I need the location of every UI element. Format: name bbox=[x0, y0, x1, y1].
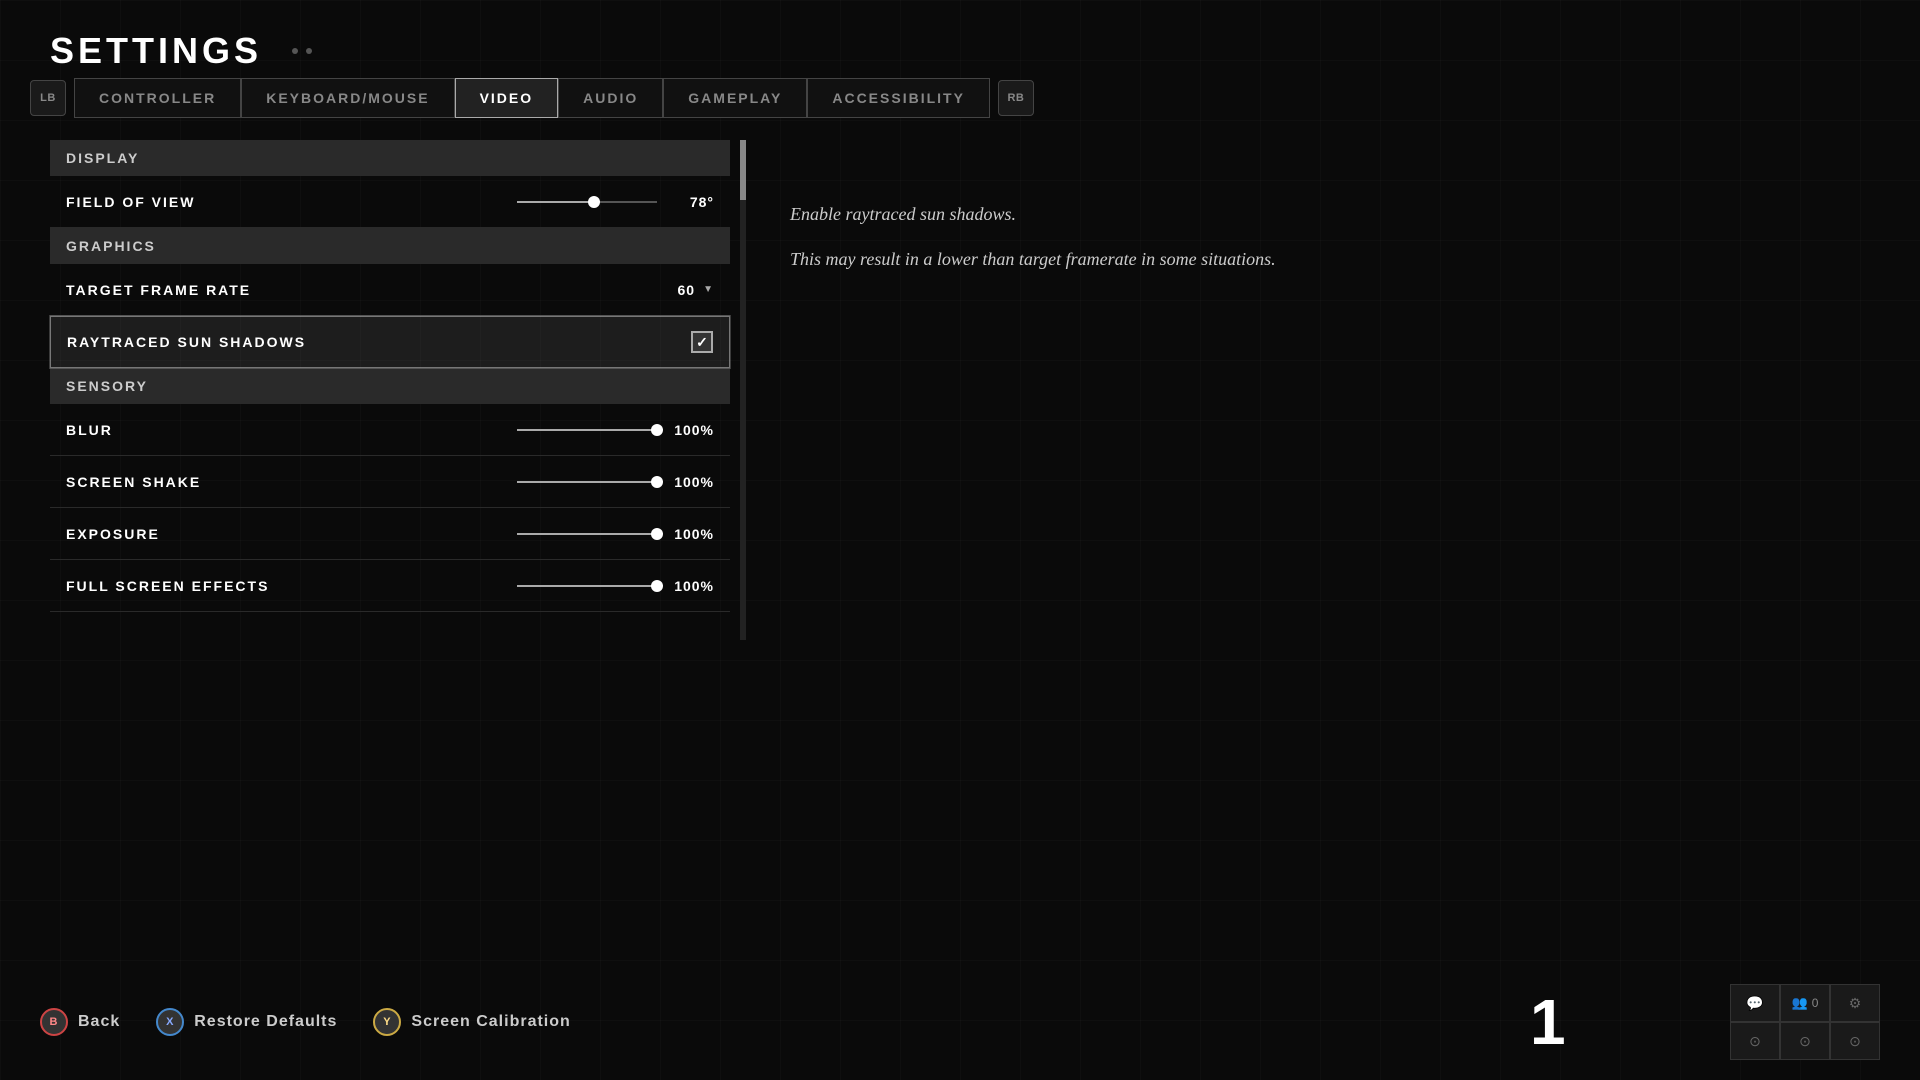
screen-calibration-action[interactable]: Y Screen Calibration bbox=[373, 1008, 570, 1036]
section-graphics: GRAPHICS bbox=[50, 228, 730, 264]
info-text: Enable raytraced sun shadows. This may r… bbox=[790, 200, 1850, 274]
slider-track bbox=[517, 429, 657, 431]
hud-icon-2[interactable]: ⊙ bbox=[1780, 1022, 1830, 1060]
setting-full-screen-effects[interactable]: FULL SCREEN EFFECTS 100% bbox=[50, 560, 730, 612]
slider-track bbox=[517, 585, 657, 587]
slider-fill bbox=[517, 585, 657, 587]
lb-button[interactable]: LB bbox=[30, 80, 66, 116]
slider-track bbox=[517, 201, 657, 203]
back-action[interactable]: B Back bbox=[40, 1008, 120, 1036]
dropdown-arrow-icon: ▼ bbox=[703, 284, 714, 295]
setting-exposure[interactable]: EXPOSURE 100% bbox=[50, 508, 730, 560]
bottom-bar: B Back X Restore Defaults Y Screen Calib… bbox=[0, 984, 1920, 1060]
slider-track bbox=[517, 481, 657, 483]
setting-blur[interactable]: BLUR 100% bbox=[50, 404, 730, 456]
slider-fill bbox=[517, 201, 594, 203]
players-icon[interactable]: 👥 0 bbox=[1780, 984, 1830, 1022]
exposure-slider[interactable]: 100% bbox=[517, 526, 714, 542]
settings-list: DISPLAY FIELD OF VIEW 78° bbox=[50, 140, 730, 612]
slider-track bbox=[517, 533, 657, 535]
dot-2 bbox=[306, 48, 312, 54]
b-button: B bbox=[40, 1008, 68, 1036]
header-decoration bbox=[292, 48, 312, 54]
target-frame-rate-dropdown[interactable]: 60 ▼ bbox=[678, 282, 714, 298]
slider-thumb[interactable] bbox=[651, 528, 663, 540]
hud-icon-3[interactable]: ⊙ bbox=[1830, 1022, 1880, 1060]
tab-audio[interactable]: AUDIO bbox=[558, 78, 663, 118]
setting-target-frame-rate[interactable]: TARGET FRAME RATE 60 ▼ bbox=[50, 264, 730, 316]
raytraced-checkbox[interactable]: ✓ bbox=[691, 331, 713, 353]
setting-field-of-view[interactable]: FIELD OF VIEW 78° bbox=[50, 176, 730, 228]
slider-thumb[interactable] bbox=[651, 580, 663, 592]
hud-icon-1[interactable]: ⊙ bbox=[1730, 1022, 1780, 1060]
player-number: 1 bbox=[1530, 985, 1730, 1059]
section-sensory: SENSORY bbox=[50, 368, 730, 404]
setting-screen-shake[interactable]: SCREEN SHAKE 100% bbox=[50, 456, 730, 508]
scrollbar-thumb[interactable] bbox=[740, 140, 746, 200]
x-button: X bbox=[156, 1008, 184, 1036]
tab-accessibility[interactable]: ACCESSIBILITY bbox=[807, 78, 990, 118]
section-display: DISPLAY bbox=[50, 140, 730, 176]
slider-fill bbox=[517, 429, 657, 431]
hud-row-top: 💬 👥 0 ⚙ bbox=[1730, 984, 1880, 1022]
hud-row-bottom: ⊙ ⊙ ⊙ bbox=[1730, 1022, 1880, 1060]
scrollbar-track bbox=[740, 140, 746, 640]
slider-thumb[interactable] bbox=[588, 196, 600, 208]
blur-slider[interactable]: 100% bbox=[517, 422, 714, 438]
setting-raytraced-sun-shadows[interactable]: RAYTRACED SUN SHADOWS ✓ bbox=[50, 316, 730, 368]
tab-navigation: LB CONTROLLER KEYBOARD/MOUSE VIDEO AUDIO… bbox=[30, 78, 1034, 118]
bottom-right-hud: 1 💬 👥 0 ⚙ ⊙ ⊙ ⊙ bbox=[1530, 984, 1880, 1060]
checkmark-icon: ✓ bbox=[696, 334, 708, 351]
settings-panel: DISPLAY FIELD OF VIEW 78° bbox=[50, 140, 730, 612]
content-area: DISPLAY FIELD OF VIEW 78° bbox=[50, 140, 1870, 612]
tab-keyboard[interactable]: KEYBOARD/MOUSE bbox=[241, 78, 454, 118]
full-screen-effects-slider[interactable]: 100% bbox=[517, 578, 714, 594]
bottom-actions: B Back X Restore Defaults Y Screen Calib… bbox=[40, 1008, 571, 1036]
slider-fill bbox=[517, 533, 657, 535]
rb-button[interactable]: RB bbox=[998, 80, 1034, 116]
tab-gameplay[interactable]: GAMEPLAY bbox=[663, 78, 807, 118]
field-of-view-slider[interactable] bbox=[517, 201, 657, 203]
restore-defaults-action[interactable]: X Restore Defaults bbox=[156, 1008, 337, 1036]
field-of-view-control: 78° bbox=[517, 194, 714, 210]
dot-1 bbox=[292, 48, 298, 54]
slider-fill bbox=[517, 481, 657, 483]
chat-icon[interactable]: 💬 bbox=[1730, 984, 1780, 1022]
tab-controller[interactable]: CONTROLLER bbox=[74, 78, 241, 118]
main-container: SETTINGS LB CONTROLLER KEYBOARD/MOUSE VI… bbox=[0, 0, 1920, 1080]
players-count: 0 bbox=[1812, 996, 1819, 1010]
hud-icons: 💬 👥 0 ⚙ ⊙ ⊙ ⊙ bbox=[1730, 984, 1880, 1060]
slider-thumb[interactable] bbox=[651, 476, 663, 488]
settings-icon[interactable]: ⚙ bbox=[1830, 984, 1880, 1022]
header: SETTINGS bbox=[50, 30, 312, 72]
info-panel: Enable raytraced sun shadows. This may r… bbox=[770, 140, 1870, 612]
slider-thumb[interactable] bbox=[651, 424, 663, 436]
y-button: Y bbox=[373, 1008, 401, 1036]
screen-shake-slider[interactable]: 100% bbox=[517, 474, 714, 490]
players-icon-symbol: 👥 bbox=[1792, 995, 1808, 1011]
page-title: SETTINGS bbox=[50, 30, 262, 72]
tab-video[interactable]: VIDEO bbox=[455, 78, 559, 118]
